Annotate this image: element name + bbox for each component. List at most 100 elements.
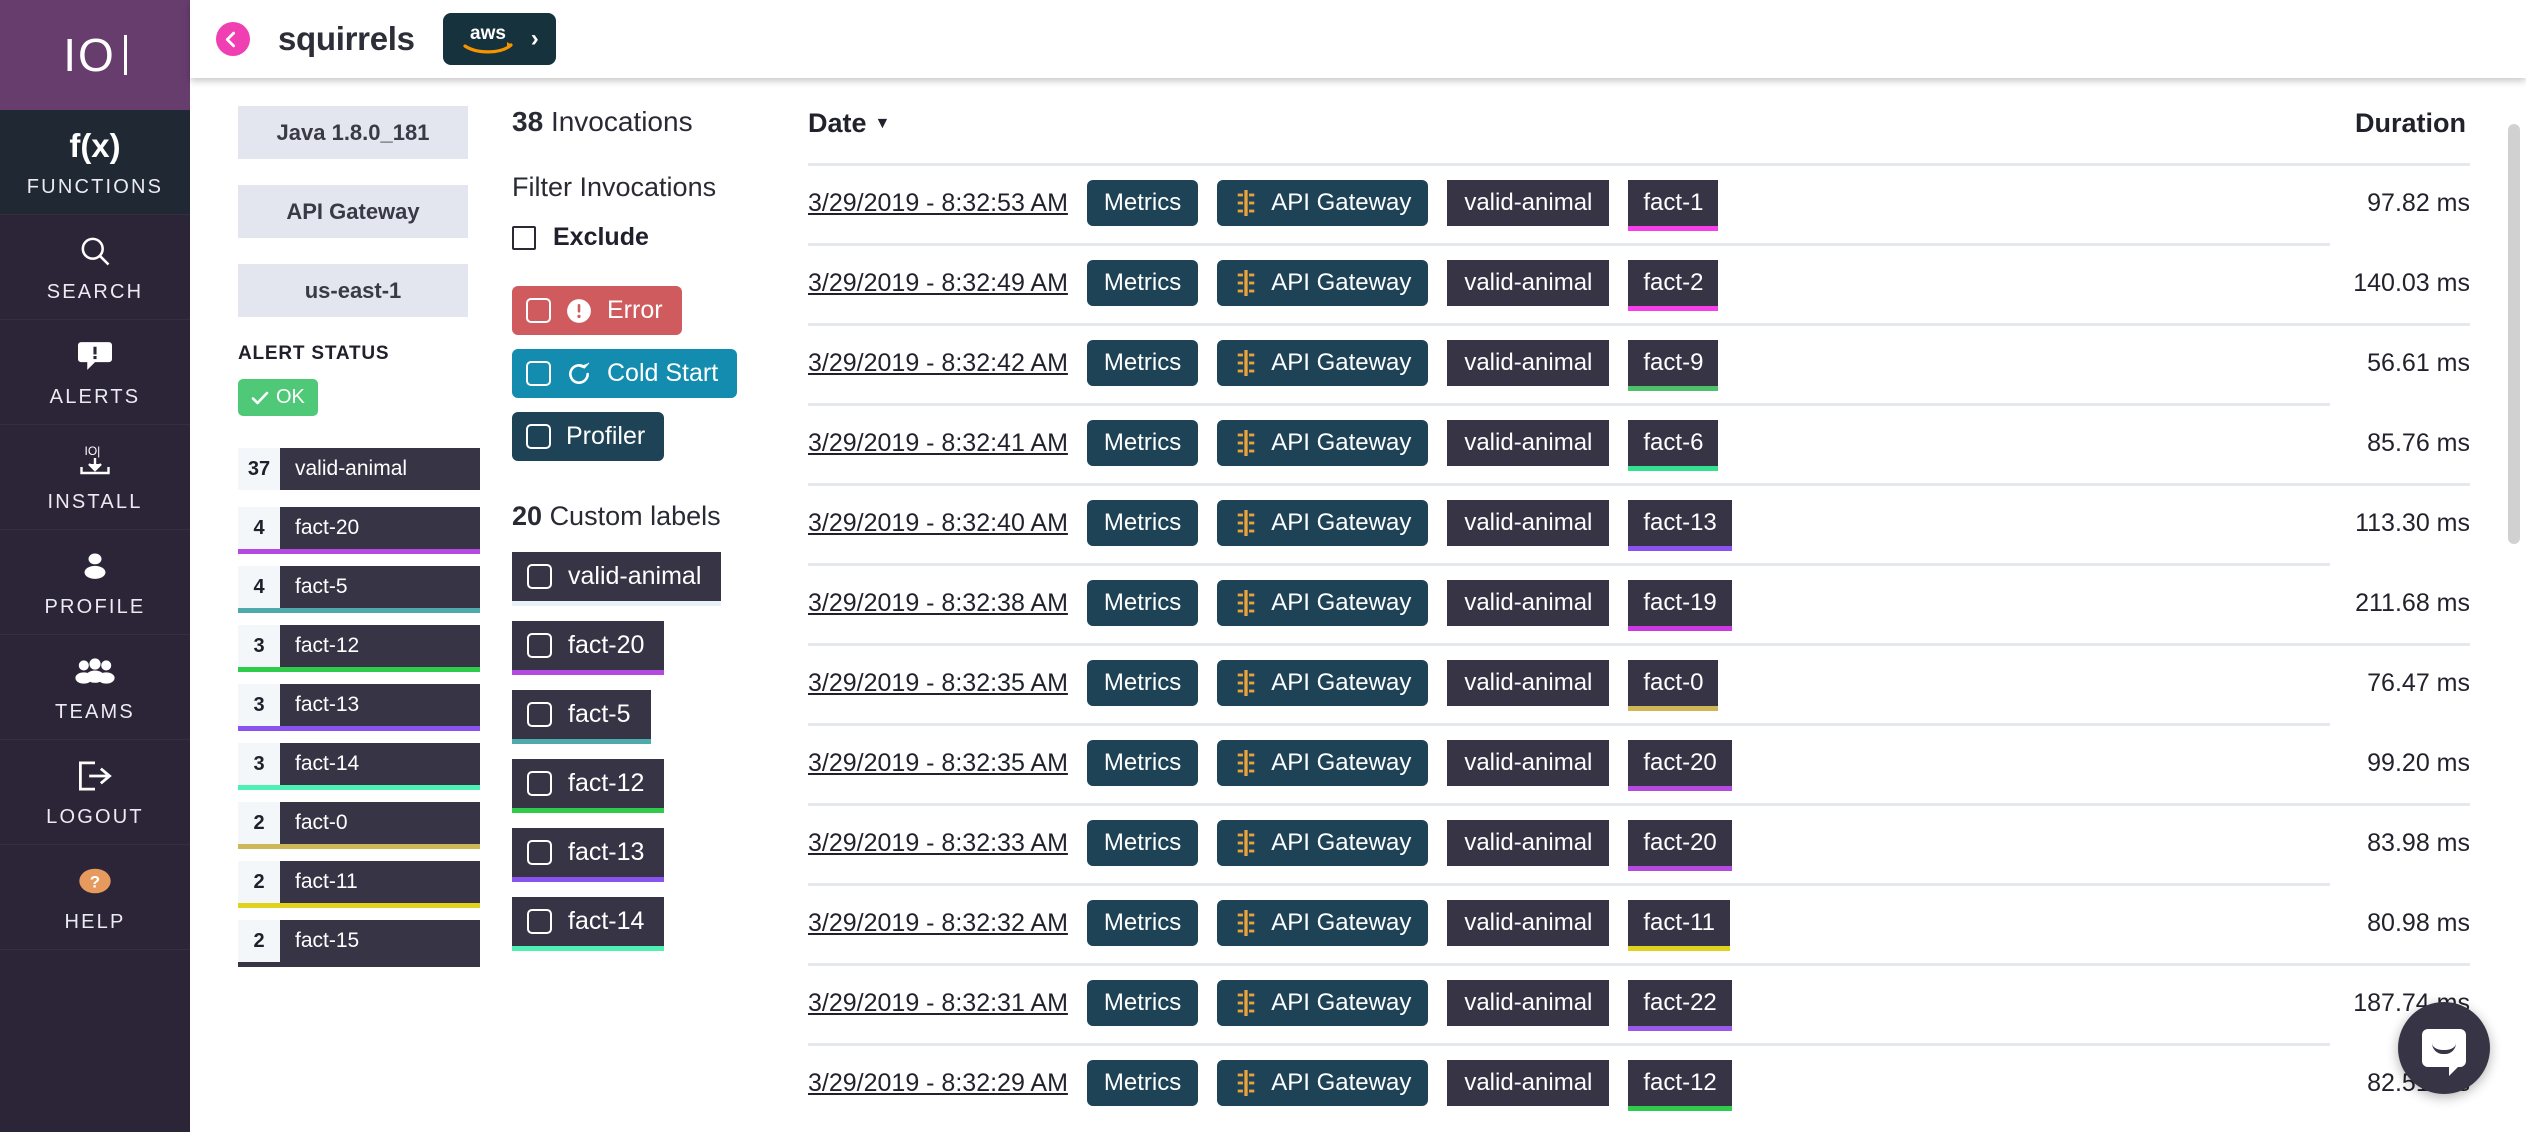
label-count-row[interactable]: 3 fact-14 [238,743,480,790]
table-row[interactable]: 3/29/2019 - 8:32:35 AM Metrics API Gateway… [808,726,2526,803]
profiler-checkbox[interactable] [526,424,551,449]
custom-label-filter[interactable]: valid-animal [512,552,722,606]
table-row[interactable]: 3/29/2019 - 8:32:41 AM Metrics API Gateway… [808,406,2526,483]
invocation-date-link[interactable]: 3/29/2019 - 8:32:35 AM [808,669,1068,698]
custom-label-checkbox[interactable] [527,771,552,796]
fact-tag[interactable]: fact-20 [1628,740,1732,791]
api-gateway-button[interactable]: API Gateway [1217,980,1429,1026]
animal-tag[interactable]: valid-animal [1447,980,1610,1026]
animal-tag[interactable]: valid-animal [1447,180,1610,226]
metrics-button[interactable]: Metrics [1086,180,1199,226]
alert-status-badge[interactable]: OK [238,379,318,416]
table-row[interactable]: 3/29/2019 - 8:32:33 AM Metrics API Gateway… [808,806,2526,883]
fact-tag[interactable]: fact-19 [1628,580,1732,631]
label-count-row[interactable]: 4 fact-20 [238,507,480,554]
metrics-button[interactable]: Metrics [1086,1060,1199,1106]
error-checkbox[interactable] [526,298,551,323]
metrics-button[interactable]: Metrics [1086,660,1199,706]
api-gateway-button[interactable]: API Gateway [1217,580,1429,626]
sidebar-item-search[interactable]: SEARCH [0,215,190,320]
api-gateway-button[interactable]: API Gateway [1217,660,1429,706]
invocation-date-link[interactable]: 3/29/2019 - 8:32:31 AM [808,989,1068,1018]
custom-label-filter[interactable]: fact-20 [512,621,665,675]
api-gateway-button[interactable]: API Gateway [1217,900,1429,946]
table-row[interactable]: 3/29/2019 - 8:32:31 AM Metrics API Gateway… [808,966,2526,1043]
invocation-date-link[interactable]: 3/29/2019 - 8:32:41 AM [808,429,1068,458]
api-gateway-button[interactable]: API Gateway [1217,420,1429,466]
invocation-date-link[interactable]: 3/29/2019 - 8:32:35 AM [808,749,1068,778]
sidebar-item-help[interactable]: ? HELP [0,845,190,950]
animal-tag[interactable]: valid-animal [1447,820,1610,866]
sidebar-item-install[interactable]: IO| INSTALL [0,425,190,530]
metrics-button[interactable]: Metrics [1086,260,1199,306]
scrollbar-thumb[interactable] [2508,124,2520,544]
metrics-button[interactable]: Metrics [1086,980,1199,1026]
metrics-button[interactable]: Metrics [1086,340,1199,386]
animal-tag[interactable]: valid-animal [1447,900,1610,946]
chevron-left-icon[interactable] [216,22,250,56]
app-logo[interactable]: IO [0,0,190,110]
api-gateway-button[interactable]: API Gateway [1217,740,1429,786]
filter-cold-start-button[interactable]: Cold Start [512,349,738,398]
sidebar-item-teams[interactable]: TEAMS [0,635,190,740]
custom-label-checkbox[interactable] [527,702,552,727]
metrics-button[interactable]: Metrics [1086,820,1199,866]
invocation-date-link[interactable]: 3/29/2019 - 8:32:33 AM [808,829,1068,858]
animal-tag[interactable]: valid-animal [1447,580,1610,626]
invocation-date-link[interactable]: 3/29/2019 - 8:32:29 AM [808,1069,1068,1098]
api-gateway-button[interactable]: API Gateway [1217,260,1429,306]
label-count-row[interactable]: 3 fact-13 [238,684,480,731]
custom-label-checkbox[interactable] [527,840,552,865]
custom-label-checkbox[interactable] [527,633,552,658]
api-gateway-button[interactable]: API Gateway [1217,500,1429,546]
fact-tag[interactable]: fact-2 [1628,260,1719,311]
fact-tag[interactable]: fact-9 [1628,340,1719,391]
label-count-row[interactable]: 3 fact-12 [238,625,480,672]
table-row[interactable]: 3/29/2019 - 8:32:38 AM Metrics API Gateway… [808,566,2526,643]
sidebar-item-logout[interactable]: LOGOUT [0,740,190,845]
animal-tag[interactable]: valid-animal [1447,500,1610,546]
invocation-date-link[interactable]: 3/29/2019 - 8:32:42 AM [808,349,1068,378]
metrics-button[interactable]: Metrics [1086,740,1199,786]
api-gateway-button[interactable]: API Gateway [1217,1060,1429,1106]
api-gateway-button[interactable]: API Gateway [1217,820,1429,866]
animal-tag[interactable]: valid-animal [1447,340,1610,386]
animal-tag[interactable]: valid-animal [1447,260,1610,306]
api-gateway-button[interactable]: API Gateway [1217,180,1429,226]
aws-provider-chip[interactable]: aws › [442,13,556,65]
custom-label-filter[interactable]: fact-13 [512,828,665,882]
custom-label-checkbox[interactable] [527,564,552,589]
table-row[interactable]: 3/29/2019 - 8:32:53 AM Metrics API Gateway… [808,166,2526,243]
animal-tag[interactable]: valid-animal [1447,420,1610,466]
table-row[interactable]: 3/29/2019 - 8:32:29 AM Metrics API Gateway… [808,1046,2526,1123]
sidebar-item-functions[interactable]: f(x) FUNCTIONS [0,110,190,215]
sidebar-item-alerts[interactable]: ALERTS [0,320,190,425]
invocation-date-link[interactable]: 3/29/2019 - 8:32:38 AM [808,589,1068,618]
api-gateway-button[interactable]: API Gateway [1217,340,1429,386]
fact-tag[interactable]: fact-20 [1628,820,1732,871]
invocation-date-link[interactable]: 3/29/2019 - 8:32:40 AM [808,509,1068,538]
invocation-date-link[interactable]: 3/29/2019 - 8:32:49 AM [808,269,1068,298]
metrics-button[interactable]: Metrics [1086,500,1199,546]
table-row[interactable]: 3/29/2019 - 8:32:35 AM Metrics API Gateway… [808,646,2526,723]
table-row[interactable]: 3/29/2019 - 8:32:49 AM Metrics API Gateway… [808,246,2526,323]
exclude-toggle[interactable]: Exclude [512,223,780,252]
fact-tag[interactable]: fact-12 [1628,1060,1732,1111]
fact-tag[interactable]: fact-22 [1628,980,1732,1031]
filter-profiler-button[interactable]: Profiler [512,412,665,461]
cold-start-checkbox[interactable] [526,361,551,386]
fact-tag[interactable]: fact-0 [1628,660,1719,711]
label-count-row[interactable]: 2 fact-15 [238,920,480,967]
fact-tag[interactable]: fact-6 [1628,420,1719,471]
label-count-row[interactable]: 37 valid-animal [238,448,480,490]
vertical-scrollbar[interactable] [2508,78,2520,1132]
metrics-button[interactable]: Metrics [1086,900,1199,946]
animal-tag[interactable]: valid-animal [1447,1060,1610,1106]
custom-label-filter[interactable]: fact-14 [512,897,665,951]
custom-label-filter[interactable]: fact-5 [512,690,651,744]
table-row[interactable]: 3/29/2019 - 8:32:42 AM Metrics API Gateway… [808,326,2526,403]
label-count-row[interactable]: 4 fact-5 [238,566,480,613]
exclude-checkbox[interactable] [512,225,536,250]
fact-tag[interactable]: fact-1 [1628,180,1719,231]
custom-label-filter[interactable]: fact-12 [512,759,665,813]
